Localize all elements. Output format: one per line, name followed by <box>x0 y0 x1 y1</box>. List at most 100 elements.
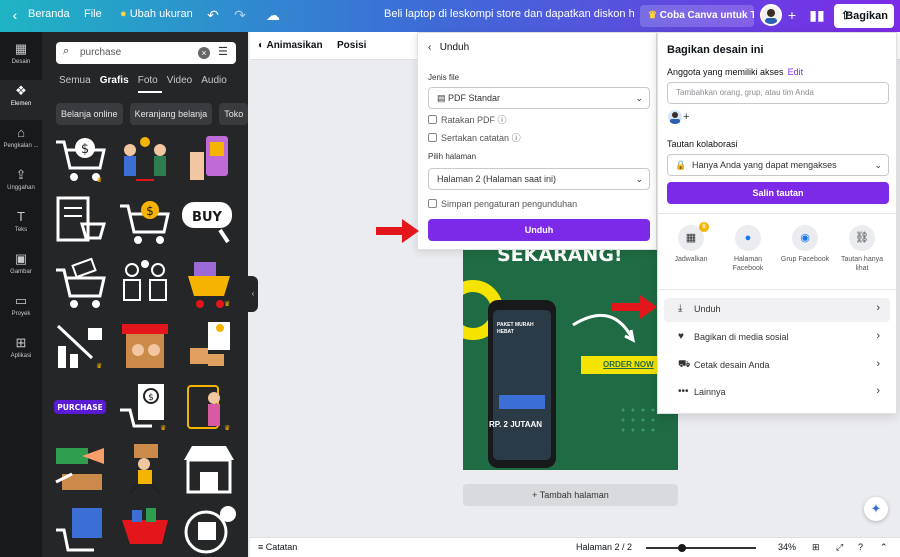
graphic-coin-cart[interactable]: $ <box>116 194 174 250</box>
rail-item-brand[interactable]: ⌂ Pengkalan ... <box>0 122 42 162</box>
file-menu[interactable]: File <box>84 8 102 20</box>
chip-store[interactable]: Toko <box>219 103 248 125</box>
tab-graphics[interactable]: Grafis <box>100 75 129 86</box>
search-input[interactable]: ⌕ purchase × ☰ <box>56 42 236 64</box>
chevron-down-icon: ⌄ <box>874 160 882 170</box>
hide-icon[interactable]: ⌃ <box>880 542 888 553</box>
checkbox[interactable] <box>428 133 437 142</box>
order-now-text: ORDER NOW <box>603 360 654 369</box>
filter-icon[interactable]: ☰ <box>218 45 228 58</box>
copy-link-button[interactable]: Salin tautan <box>667 182 889 204</box>
cloud-saved-icon[interactable]: ☁ <box>264 6 282 24</box>
graphic-mobile-shopping[interactable] <box>180 132 238 188</box>
graphic-boxes-document[interactable] <box>180 318 238 374</box>
chip-shopping-cart[interactable]: Keranjang belanja <box>129 103 213 125</box>
download-button[interactable]: Unduh <box>428 219 650 241</box>
add-page-button[interactable]: + Tambah halaman <box>463 484 678 506</box>
notes-button[interactable]: ≡ Catatan <box>258 542 297 552</box>
redo-icon[interactable]: ↷ <box>231 6 249 24</box>
graphic-card-cart[interactable] <box>52 256 110 312</box>
graphic-storefront[interactable] <box>180 442 238 498</box>
graphic-running-shopper[interactable] <box>116 442 174 498</box>
grid-view-icon[interactable]: ⊞ <box>812 542 820 553</box>
fullscreen-icon[interactable]: ⤢ <box>836 542 843 553</box>
tab-photos[interactable]: Foto <box>138 75 158 86</box>
heart-icon: ♥ <box>678 331 684 342</box>
chevron-left-icon[interactable]: ‹ <box>6 6 24 24</box>
rail-item-images[interactable]: ▣ Gambar <box>0 248 42 288</box>
add-person-icon[interactable]: + <box>683 111 689 123</box>
animate-icon: ◐ <box>258 40 265 51</box>
page-indicator[interactable]: Halaman 2 / 2 <box>576 542 632 552</box>
save-settings-checkbox[interactable]: Simpan pengaturan pengunduhan <box>428 199 577 209</box>
schedule-option[interactable]: ▦ Jadwalkan ♛ <box>663 222 719 264</box>
collab-access-select[interactable]: 🔒 Hanya Anda yang dapat mengakses ⌄ <box>667 154 889 176</box>
graphic-purchase-button[interactable]: PURCHASE <box>52 380 110 436</box>
resize-button[interactable]: ● Ubah ukuran <box>120 8 193 20</box>
tab-videos[interactable]: Video <box>167 75 192 86</box>
zoom-level[interactable]: 34% <box>778 542 796 552</box>
graphic-delivery-people[interactable] <box>116 256 174 312</box>
download-title: Unduh <box>439 42 470 53</box>
checkbox[interactable] <box>428 115 437 124</box>
rail-item-uploads[interactable]: ⇪ Unggahan <box>0 164 42 204</box>
graphic-calendar-cycle[interactable] <box>180 504 238 557</box>
analytics-icon[interactable]: ▮▮ <box>808 6 826 24</box>
facebook-page-option[interactable]: ● Halaman Facebook <box>720 225 776 273</box>
position-button[interactable]: Posisi <box>337 40 366 51</box>
undo-icon[interactable]: ↶ <box>204 6 222 24</box>
svg-text:$: $ <box>81 142 89 157</box>
chip-online-shopping[interactable]: Belanja online <box>56 103 123 125</box>
share-button[interactable]: ⇧ Bagikan <box>834 4 894 28</box>
share-icon: ⇧ <box>841 10 851 22</box>
checkbox[interactable] <box>428 199 437 208</box>
download-row[interactable]: ⤓ Unduh › <box>664 298 890 322</box>
rail-item-elements[interactable]: ❖ Elemen <box>0 80 42 120</box>
zoom-slider-thumb[interactable] <box>678 544 686 552</box>
graphic-full-cart[interactable] <box>116 504 174 557</box>
search-icon: ⌕ <box>63 45 70 57</box>
try-teams-button[interactable]: ♛ Coba Canva untuk Tim <box>640 5 754 27</box>
add-icon[interactable]: + <box>783 6 801 24</box>
text-icon: T <box>17 209 25 224</box>
flatten-pdf-checkbox[interactable]: Ratakan PDF ⓘ <box>428 113 507 126</box>
help-icon[interactable]: ? <box>858 542 863 552</box>
graphic-buy-bubble[interactable]: BUY <box>180 194 238 250</box>
zoom-slider[interactable] <box>646 544 756 552</box>
collapse-panel-button[interactable]: ‹ <box>248 276 258 312</box>
facebook-group-option[interactable]: ◉ Grup Facebook <box>777 225 833 264</box>
include-notes-checkbox[interactable]: Sertakan catatan ⓘ <box>428 131 521 144</box>
pages-select[interactable]: Halaman 2 (Halaman saat ini) ⌄ <box>428 168 650 190</box>
graphic-blue-cart[interactable] <box>52 504 110 557</box>
rail-item-projects[interactable]: ▭ Proyek <box>0 290 42 330</box>
file-type-select[interactable]: ▤ PDF Standar ⌄ <box>428 87 650 109</box>
graphic-checklist-cart[interactable] <box>52 194 110 250</box>
animate-button[interactable]: ◐ Animasikan <box>258 40 323 51</box>
social-share-row[interactable]: ♥ Bagikan di media sosial › <box>664 326 890 350</box>
rail-item-design[interactable]: ▦ Desain <box>0 38 42 78</box>
edit-link[interactable]: Edit <box>788 67 804 77</box>
home-button[interactable]: Beranda <box>28 8 70 20</box>
document-title[interactable]: Beli laptop di leskompi store dan dapatk… <box>384 8 634 20</box>
print-row[interactable]: ⛟ Cetak desain Anda › <box>664 354 890 378</box>
graphic-market-stall[interactable] <box>116 318 174 374</box>
view-only-link-option[interactable]: ⛓ Tautan hanya lihat <box>834 225 890 273</box>
tab-all[interactable]: Semua <box>59 75 91 86</box>
svg-text:$: $ <box>146 204 154 218</box>
rail-item-apps[interactable]: ⊞ Aplikasi <box>0 332 42 372</box>
download-back-button[interactable]: ‹ Unduh <box>428 42 469 53</box>
clear-icon[interactable]: × <box>198 47 210 59</box>
info-icon[interactable]: ⓘ <box>498 115 507 125</box>
tab-audio[interactable]: Audio <box>201 75 227 86</box>
rail-item-text[interactable]: T Teks <box>0 206 42 246</box>
graphic-money-hands[interactable] <box>52 442 110 498</box>
more-row[interactable]: ••• Lainnya › <box>664 381 890 405</box>
crown-icon: ● <box>120 8 127 20</box>
design-page[interactable]: SEKARANG! PAKET MURAH HEBAT RP. 2 JUTAAN… <box>463 240 678 470</box>
magic-assistant-icon[interactable]: ✦ <box>864 497 888 521</box>
add-people-input[interactable]: Tambahkan orang, grup, atau tim Anda <box>667 82 889 104</box>
graphic-people-exchange[interactable] <box>116 132 174 188</box>
svg-text:$: $ <box>148 393 154 403</box>
info-icon[interactable]: ⓘ <box>512 133 521 143</box>
avatar[interactable] <box>760 4 782 26</box>
